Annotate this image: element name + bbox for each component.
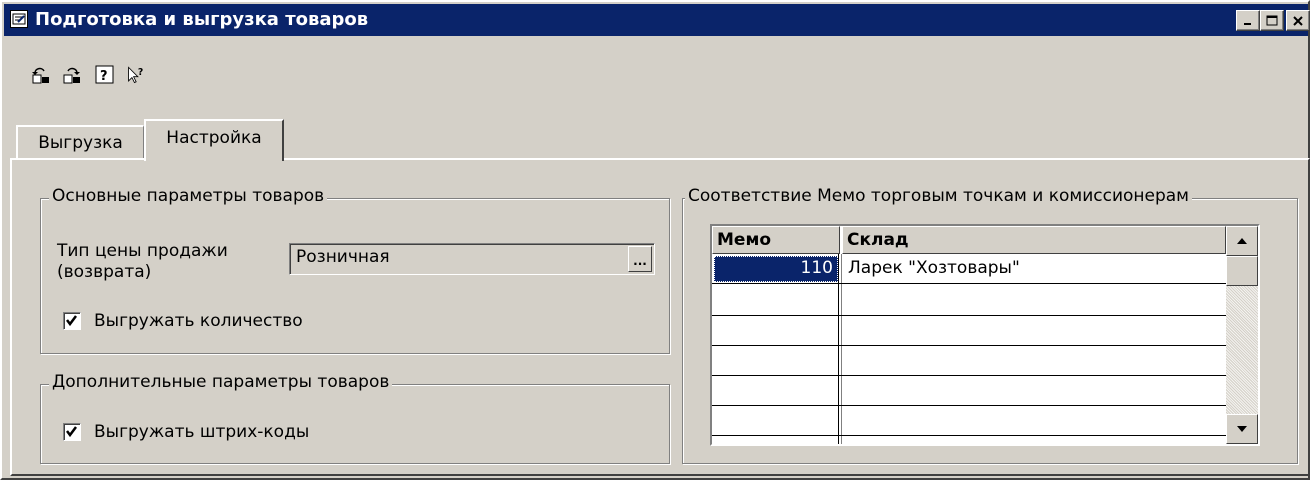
export-barcodes-label[interactable]: Выгружать штрих-коды	[94, 422, 309, 442]
maximize-button[interactable]	[1260, 10, 1284, 31]
export-quantity-label[interactable]: Выгружать количество	[94, 311, 303, 331]
price-type-value: Розничная	[296, 247, 390, 267]
minimize-button[interactable]	[1236, 10, 1260, 31]
settings-panel: Основные параметры товаров Тип цены прод…	[10, 158, 1310, 476]
tab-settings[interactable]: Настройка	[144, 119, 284, 161]
title-bar[interactable]: Подготовка и выгрузка товаров	[4, 4, 1310, 36]
context-help-icon[interactable]: ?	[126, 64, 148, 86]
checkmark-icon	[66, 315, 77, 327]
checkmark-icon	[66, 426, 77, 438]
export-barcodes-checkbox[interactable]	[63, 423, 81, 441]
svg-text:?: ?	[138, 67, 143, 78]
tab-export[interactable]: Выгрузка	[16, 125, 144, 159]
export-quantity-checkbox[interactable]	[63, 312, 81, 330]
extra-params-group: Дополнительные параметры товаров Выгружа…	[40, 372, 670, 464]
price-type-label-line2: (возврата)	[57, 262, 152, 282]
main-params-legend: Основные параметры товаров	[49, 186, 328, 206]
undo-icon[interactable]	[30, 64, 52, 86]
maximize-icon	[1266, 15, 1278, 25]
main-window: Подготовка и выгрузка товаров ? ? Выгруз…	[0, 0, 1310, 480]
window-title: Подготовка и выгрузка товаров	[35, 9, 369, 30]
price-type-label-line1: Тип цены продажи	[57, 241, 228, 261]
memo-mapping-legend: Соответствие Мемо торговым точкам и коми…	[685, 186, 1192, 206]
price-type-select-button[interactable]: ...	[628, 246, 652, 272]
close-button[interactable]	[1286, 10, 1310, 31]
extra-params-legend: Дополнительные параметры товаров	[49, 372, 393, 392]
price-type-field[interactable]: Розничная ...	[289, 243, 655, 275]
form-icon	[10, 10, 28, 28]
memo-mapping-group: Соответствие Мемо торговым точкам и коми…	[682, 186, 1298, 464]
main-params-group: Основные параметры товаров Тип цены прод…	[40, 186, 670, 354]
minimize-icon	[1244, 22, 1251, 25]
svg-text:?: ?	[100, 69, 108, 84]
close-icon	[1293, 15, 1303, 26]
help-icon[interactable]: ?	[94, 64, 116, 86]
redo-icon[interactable]	[61, 64, 83, 86]
